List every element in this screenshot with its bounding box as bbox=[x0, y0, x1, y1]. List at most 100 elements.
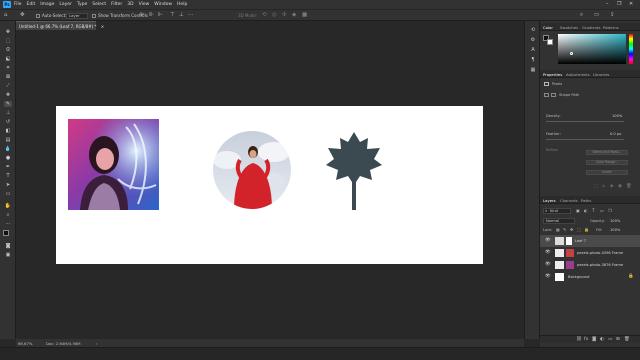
3d-drag-icon[interactable]: ✣ bbox=[282, 12, 287, 18]
frame-tool-icon[interactable]: ⊠ bbox=[4, 74, 12, 80]
blur-tool-icon[interactable]: 💧 bbox=[4, 146, 12, 152]
menu-help[interactable]: Help bbox=[177, 2, 187, 7]
add-mask-icon[interactable]: ◙ bbox=[592, 337, 596, 342]
align-top-icon[interactable]: ⊤ bbox=[170, 12, 175, 18]
menu-select[interactable]: Select bbox=[92, 2, 106, 7]
pen-tool-icon[interactable]: ✒ bbox=[4, 164, 12, 170]
tab-properties[interactable]: Properties bbox=[543, 72, 562, 77]
link-layers-icon[interactable]: ⛓ bbox=[576, 337, 582, 342]
tab-paths[interactable]: Paths bbox=[581, 198, 591, 203]
menu-file[interactable]: File bbox=[14, 2, 22, 7]
tab-layers[interactable]: Layers bbox=[543, 198, 556, 203]
portrait-photo-frame[interactable] bbox=[68, 119, 159, 210]
color-picker-cursor[interactable] bbox=[570, 52, 573, 55]
visibility-eye-icon[interactable]: 👁 bbox=[545, 262, 551, 267]
menu-layer[interactable]: Layer bbox=[59, 2, 72, 7]
zoom-tool-icon[interactable]: ⌕ bbox=[4, 212, 12, 218]
make-path-icon[interactable]: ⌂ bbox=[602, 184, 605, 189]
density-value[interactable]: 100% bbox=[612, 114, 622, 118]
maximize-button[interactable]: ❐ bbox=[617, 1, 621, 7]
tab-patterns[interactable]: Patterns bbox=[603, 25, 619, 30]
tab-channels[interactable]: Channels bbox=[560, 198, 578, 203]
foreground-color-swatch[interactable] bbox=[3, 230, 9, 236]
object-select-tool-icon[interactable]: ⬕ bbox=[4, 56, 12, 62]
workspace-icon[interactable]: ▭ bbox=[594, 12, 599, 18]
color-picker-field[interactable] bbox=[558, 34, 626, 64]
document-tab[interactable]: Untitled-1 @ 66.7% (Leaf 7, RGB/8#) * × bbox=[16, 21, 104, 30]
tab-color[interactable]: Color bbox=[543, 25, 553, 30]
brush-settings-icon[interactable]: ⚙ bbox=[529, 37, 537, 44]
layer-filter-dropdown[interactable]: ⌕ Kind bbox=[543, 208, 571, 214]
screen-mode-icon[interactable]: ▣ bbox=[4, 252, 12, 258]
home-icon[interactable]: ⌂ bbox=[4, 12, 8, 18]
new-group-icon[interactable]: ▭ bbox=[608, 337, 612, 342]
healing-brush-tool-icon[interactable]: ✚ bbox=[4, 92, 12, 98]
filter-pixel-icon[interactable]: ▣ bbox=[576, 208, 580, 213]
history-icon[interactable]: ⟲ bbox=[529, 27, 537, 34]
new-layer-icon[interactable]: ⊞ bbox=[616, 337, 620, 342]
align-left-icon[interactable]: ⊫ bbox=[140, 12, 145, 18]
align-right-icon[interactable]: ⊩ bbox=[158, 12, 163, 18]
search-icon[interactable]: ⌕ bbox=[580, 12, 583, 19]
apply-mask-icon[interactable]: ◈ bbox=[610, 184, 613, 189]
circle-photo-frame[interactable] bbox=[212, 130, 292, 210]
quick-mask-icon[interactable]: ◙ bbox=[4, 243, 12, 249]
close-window-button[interactable]: ✕ bbox=[629, 1, 633, 7]
glyphs-icon[interactable]: ▦ bbox=[529, 67, 537, 74]
layer-name[interactable]: Leaf 7 bbox=[575, 239, 586, 243]
more-tools-icon[interactable]: ⋯ bbox=[4, 221, 12, 227]
load-selection-icon[interactable]: ⬚ bbox=[594, 184, 598, 189]
layer-style-icon[interactable]: fx bbox=[584, 337, 588, 342]
vector-mask-icon[interactable] bbox=[551, 93, 556, 97]
lasso-tool-icon[interactable]: ᘓ bbox=[4, 47, 12, 53]
lock-icon[interactable]: 🔒 bbox=[628, 274, 634, 279]
fill-value[interactable]: 100% bbox=[610, 228, 620, 232]
path-selection-tool-icon[interactable]: ➤ bbox=[4, 182, 12, 188]
density-slider[interactable] bbox=[546, 121, 624, 122]
share-icon[interactable]: ⇪ bbox=[610, 12, 615, 18]
lock-artboard-icon[interactable]: ⬚ bbox=[577, 227, 581, 232]
brush-tool-icon[interactable]: ✎ bbox=[4, 101, 12, 107]
marquee-tool-icon[interactable]: ⬚ bbox=[4, 38, 12, 44]
filter-type-icon[interactable]: T bbox=[592, 208, 594, 213]
3d-roll-icon[interactable]: ◎ bbox=[272, 12, 277, 18]
layer-row-leaf[interactable]: 👁 Leaf 7 bbox=[540, 235, 640, 247]
visibility-eye-icon[interactable]: 👁 bbox=[545, 274, 551, 279]
auto-select-checkbox[interactable] bbox=[36, 13, 40, 18]
layer-name[interactable]: pexels-photo-3876 Frame bbox=[577, 263, 623, 267]
opacity-value[interactable]: 100% bbox=[610, 219, 620, 223]
blend-mode-dropdown[interactable]: Normal bbox=[543, 218, 575, 224]
tab-libraries[interactable]: Libraries bbox=[593, 72, 609, 77]
more-options-icon[interactable]: ⋯ bbox=[188, 12, 194, 18]
rectangle-tool-icon[interactable]: ▭ bbox=[4, 191, 12, 197]
feather-value[interactable]: 0.0 px bbox=[610, 132, 621, 136]
align-center-icon[interactable]: ⊪ bbox=[149, 12, 154, 18]
color-range-button[interactable]: Color Range... bbox=[586, 160, 628, 165]
3d-orbit-icon[interactable]: ⟲ bbox=[262, 12, 267, 18]
tab-gradients[interactable]: Gradients bbox=[582, 25, 601, 30]
adjustment-layer-icon[interactable]: ◐ bbox=[600, 337, 604, 342]
dodge-tool-icon[interactable]: ● bbox=[4, 155, 12, 161]
status-arrow-icon[interactable]: › bbox=[96, 341, 98, 346]
move-tool-icon[interactable]: ✥ bbox=[20, 12, 25, 18]
hand-tool-icon[interactable]: ✋ bbox=[4, 203, 12, 209]
filter-smart-object-icon[interactable]: ❐ bbox=[608, 208, 612, 213]
document-canvas[interactable] bbox=[56, 106, 483, 264]
gradient-tool-icon[interactable]: ▤ bbox=[4, 137, 12, 143]
hue-slider[interactable] bbox=[629, 34, 633, 64]
menu-filter[interactable]: Filter bbox=[111, 2, 122, 7]
lock-paint-icon[interactable]: ✎ bbox=[563, 227, 566, 232]
zoom-level[interactable]: 66.67% bbox=[18, 341, 32, 346]
menu-type[interactable]: Type bbox=[77, 2, 87, 7]
delete-mask-icon[interactable]: 🗑 bbox=[626, 184, 632, 189]
crop-tool-icon[interactable]: ⌗ bbox=[4, 65, 12, 71]
visibility-eye-icon[interactable]: 👁 bbox=[545, 250, 551, 255]
character-icon[interactable]: A bbox=[529, 47, 537, 54]
history-brush-tool-icon[interactable]: ↺ bbox=[4, 119, 12, 125]
lock-all-icon[interactable]: 🔒 bbox=[584, 227, 589, 232]
menu-edit[interactable]: Edit bbox=[27, 2, 36, 7]
tab-swatches[interactable]: Swatches bbox=[560, 25, 578, 30]
layer-row-frame-red[interactable]: 👁 pexels-photo-4596 Frame bbox=[540, 247, 640, 259]
clone-stamp-tool-icon[interactable]: ⊥ bbox=[4, 110, 12, 116]
lock-move-icon[interactable]: ✥ bbox=[570, 227, 573, 232]
